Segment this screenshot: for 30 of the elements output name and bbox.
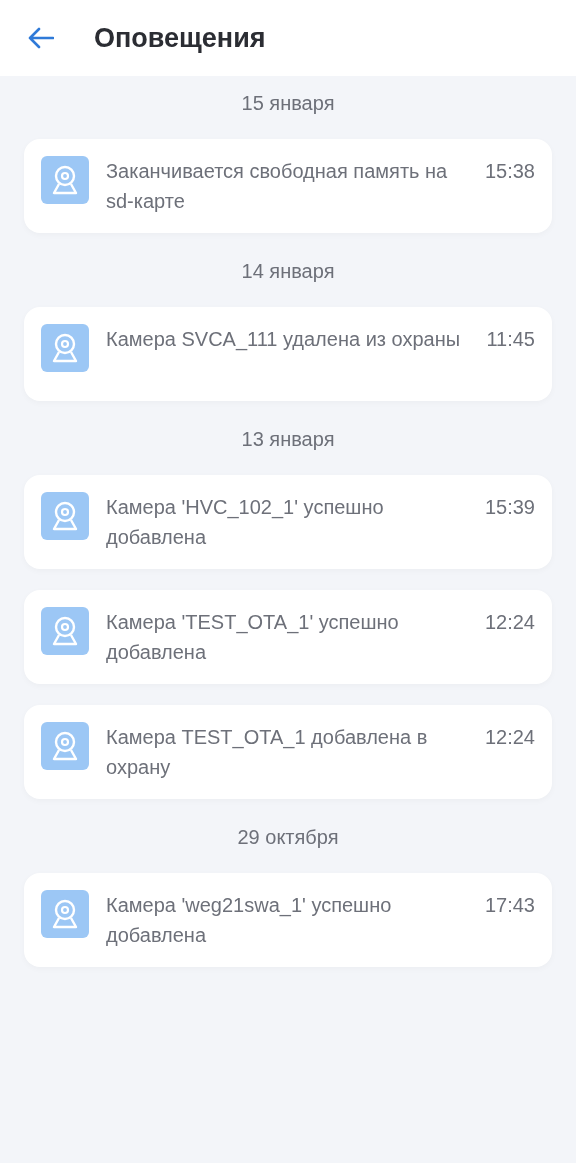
notification-card[interactable]: Камера 'weg21swa_1' успешно добавлена 17:43 [24,873,552,967]
notification-card[interactable]: Камера TEST_OTA_1 добавлена в охрану 12:24 [24,705,552,799]
notification-text: Камера 'HVC_102_1' успешно добавлена [106,495,385,550]
camera-icon [41,890,89,938]
notification-text: Камера 'TEST_OTA_1' успешно добавлена [106,610,400,665]
date-label: 29 октября [237,825,339,850]
date-label: 15 января [241,91,335,116]
notification-time: 15:38 [484,159,535,184]
notification-text: Камера SVCA_111 удалена из охраны [106,327,462,353]
notification-text: Камера TEST_OTA_1 добавлена в охрану [106,725,429,780]
notification-text: Камера 'weg21swa_1' успешно добавлена [106,893,393,948]
date-label: 14 января [241,259,335,284]
back-arrow-icon [28,27,54,49]
notification-card[interactable]: Камера 'HVC_102_1' успешно добавлена 15:39 [24,475,552,569]
notification-text: Заканчивается свободная память на sd-карте [106,159,449,214]
camera-icon [41,324,89,372]
notification-time: 11:45 [486,327,535,352]
notification-card[interactable]: Камера 'TEST_OTA_1' успешно добавлена 12:24 [24,590,552,684]
camera-icon [41,492,89,540]
notification-time: 17:43 [484,893,535,918]
notification-time: 15:39 [484,495,535,520]
camera-icon [41,722,89,770]
date-label: 13 января [241,427,335,452]
notification-card[interactable]: Камера SVCA_111 удалена из охраны 11:45 [24,307,552,401]
camera-icon [41,607,89,655]
notification-time: 12:24 [484,725,535,750]
page-title: Оповещения [94,21,266,55]
notification-time: 12:24 [484,610,535,635]
camera-icon [41,156,89,204]
notification-card[interactable]: Заканчивается свободная память на sd-карте 15:38 [24,139,552,233]
